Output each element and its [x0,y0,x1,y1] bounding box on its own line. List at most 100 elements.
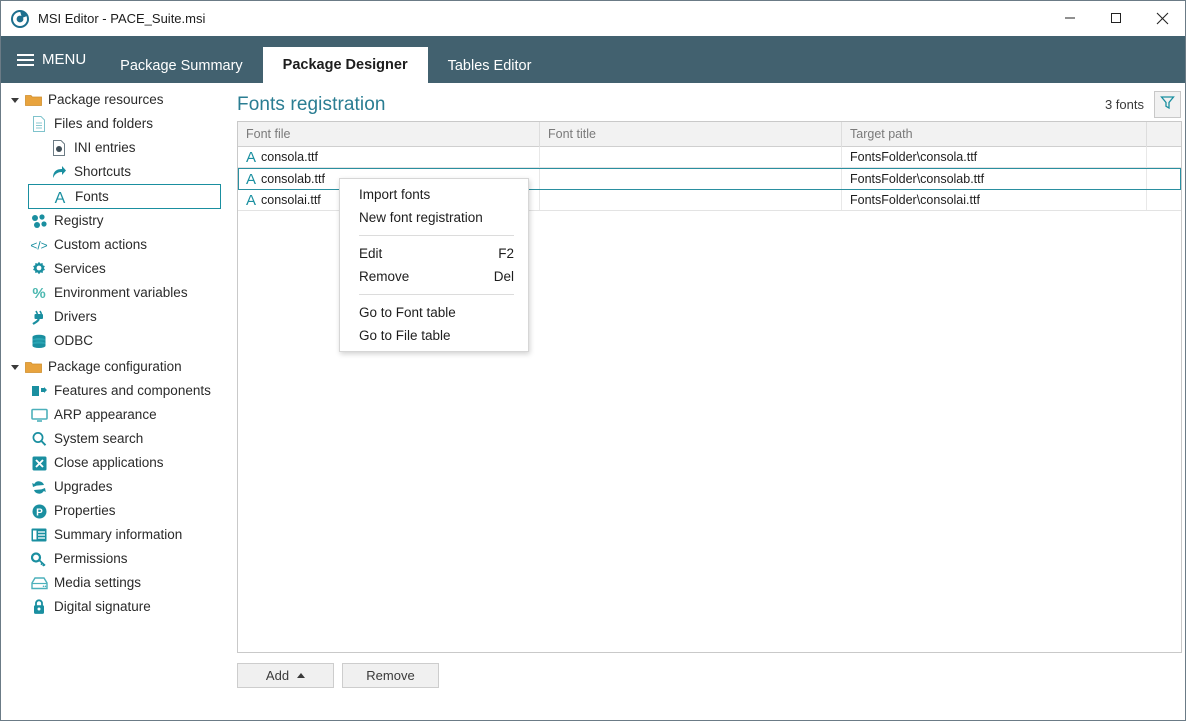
add-button-label: Add [265,668,290,683]
cell-target-path: FontsFolder\consolab.ttf [842,169,1147,189]
sidebar-item-close-applications[interactable]: Close applications [1,451,233,475]
tab-tables-editor[interactable]: Tables Editor [428,49,552,83]
filter-funnel-icon [1160,95,1175,115]
sidebar-group-package-resources[interactable]: Package resources [1,88,233,112]
svg-text:</>: </> [30,239,47,253]
sidebar-item-label: ARP appearance [54,407,157,423]
sidebar-item-arp-appearance[interactable]: ARP appearance [1,403,233,427]
sidebar-item-label: System search [54,431,144,447]
sidebar-item-label: Summary information [54,527,183,543]
database-icon [29,334,49,349]
menu-button[interactable]: MENU [1,36,100,83]
sidebar-item-label: Registry [54,213,104,229]
sidebar-item-label: Media settings [54,575,142,591]
sidebar-item-digital-signature[interactable]: Digital signature [1,595,233,619]
menu-item-edit[interactable]: Edit F2 [340,242,528,265]
cell-font-file-text: consolai.ttf [261,192,321,207]
tab-package-summary[interactable]: Package Summary [100,49,263,83]
sidebar-item-system-search[interactable]: System search [1,427,233,451]
column-header-font-title[interactable]: Font title [540,122,842,147]
expand-caret-icon[interactable] [7,364,23,370]
gear-icon [29,261,49,277]
key-icon [29,551,49,567]
sidebar-item-label: ODBC [54,333,94,349]
menu-item-remove[interactable]: Remove Del [340,265,528,288]
sidebar-item-label: Upgrades [54,479,113,495]
column-header-spacer [1147,122,1181,147]
tab-package-designer[interactable]: Package Designer [262,47,428,83]
sidebar-group-label: Package configuration [48,359,182,375]
menu-item-label: Remove [359,269,410,284]
sidebar-item-label: Fonts [75,188,109,204]
menu-item-label: Go to Font table [359,305,456,320]
sidebar-item-label: Services [54,261,106,277]
menu-item-new-font-registration[interactable]: New font registration [340,206,528,229]
ini-file-icon [49,140,69,156]
menu-item-import-fonts[interactable]: Import fonts [340,183,528,206]
plug-icon [29,310,49,325]
window-controls [1047,1,1185,35]
fonts-count-label: 3 fonts [1104,97,1144,112]
sidebar-item-drivers[interactable]: Drivers [1,305,233,329]
sidebar-item-custom-actions[interactable]: </> Custom actions [1,233,233,257]
menu-item-go-to-font-table[interactable]: Go to Font table [340,301,528,324]
navigation-sidebar: Package resources Files and folders INI … [1,83,233,720]
minimize-button[interactable] [1047,1,1093,35]
sidebar-item-media-settings[interactable]: Media settings [1,571,233,595]
maximize-button[interactable] [1093,1,1139,35]
page-header-right: 3 fonts [1105,91,1181,118]
cell-font-title [540,147,842,167]
sidebar-item-files-and-folders[interactable]: Files and folders [1,112,233,136]
main-nav-bar: MENU Package Summary Package Designer Ta… [1,36,1185,83]
cell-font-file-text: consola.ttf [261,149,318,164]
menu-item-label: New font registration [359,210,483,225]
lock-icon [29,599,49,615]
sidebar-item-label: Properties [54,503,116,519]
sidebar-item-label: Drivers [54,309,97,325]
sidebar-item-label: Custom actions [54,237,148,253]
sidebar-item-services[interactable]: Services [1,257,233,281]
expand-caret-icon[interactable] [7,97,23,103]
cell-spacer [1147,169,1181,189]
sidebar-item-features-and-components[interactable]: Features and components [1,379,233,403]
font-a-icon: A [246,148,257,166]
x-square-icon [29,456,49,471]
svg-text:P: P [36,507,43,518]
sidebar-item-summary-information[interactable]: Summary information [1,523,233,547]
sidebar-item-shortcuts[interactable]: Shortcuts [1,160,233,184]
column-header-target-path[interactable]: Target path [842,122,1147,147]
cell-font-title [540,169,842,189]
window-title: MSI Editor - PACE_Suite.msi [38,11,206,26]
close-button[interactable] [1139,1,1185,35]
registry-blocks-icon [29,213,49,229]
sidebar-item-fonts[interactable]: A Fonts [28,184,221,209]
sidebar-item-label: Close applications [54,455,164,471]
sidebar-group-label: Package resources [48,92,164,108]
font-a-icon: A [246,170,257,188]
sidebar-item-permissions[interactable]: Permissions [1,547,233,571]
shortcut-arrow-icon [49,165,69,180]
refresh-icon [29,480,49,495]
remove-button[interactable]: Remove [342,663,439,688]
sidebar-item-ini-entries[interactable]: INI entries [1,136,233,160]
title-bar: MSI Editor - PACE_Suite.msi [1,1,1185,36]
sidebar-item-label: Permissions [54,551,128,567]
p-circle-icon: P [29,504,49,519]
menu-separator [359,294,514,295]
sidebar-item-environment-variables[interactable]: % Environment variables [1,281,233,305]
column-header-font-file[interactable]: Font file [238,122,540,147]
add-button[interactable]: Add [237,663,334,688]
cell-font-title [540,190,842,210]
sidebar-item-upgrades[interactable]: Upgrades [1,475,233,499]
menu-item-go-to-file-table[interactable]: Go to File table [340,324,528,347]
monitor-icon [29,408,49,422]
sidebar-item-registry[interactable]: Registry [1,209,233,233]
table-row[interactable]: A consola.ttf FontsFolder\consola.ttf [238,147,1181,168]
cell-spacer [1147,147,1181,167]
sidebar-item-odbc[interactable]: ODBC [1,329,233,353]
filter-button[interactable] [1154,91,1181,118]
context-menu: Import fonts New font registration Edit … [339,178,529,352]
sidebar-group-package-configuration[interactable]: Package configuration [1,355,233,379]
sidebar-item-properties[interactable]: P Properties [1,499,233,523]
cell-target-path: FontsFolder\consolai.ttf [842,190,1147,210]
